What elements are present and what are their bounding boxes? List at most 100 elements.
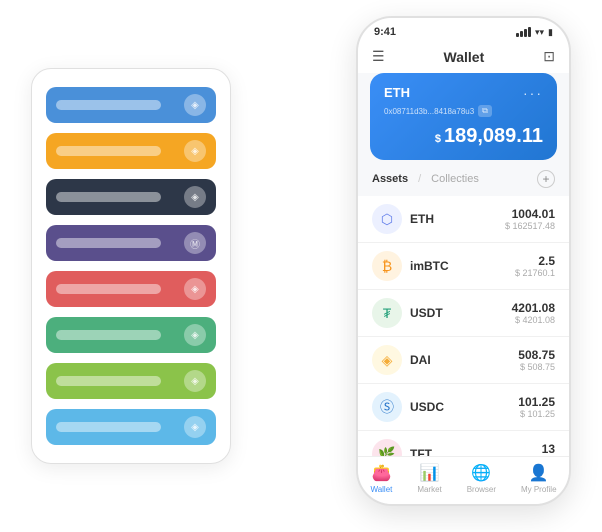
- nav-label-browser: Browser: [467, 485, 496, 494]
- tab-assets[interactable]: Assets: [372, 173, 408, 185]
- nav-item-wallet[interactable]: 👛 Wallet: [370, 463, 392, 494]
- asset-values-imbtc: 2.5$ 21760.1: [515, 254, 555, 278]
- nav-icon-market: 📊: [420, 463, 440, 483]
- left-card-4[interactable]: ◈: [46, 271, 216, 307]
- asset-icon-dai: ◈: [372, 345, 402, 375]
- wifi-icon: ▾▾: [535, 27, 544, 38]
- left-card-7[interactable]: ◈: [46, 409, 216, 445]
- tab-separator: /: [418, 173, 421, 185]
- scan-icon[interactable]: ⊡: [543, 48, 555, 65]
- asset-item[interactable]: Ⓢ USDC101.25$ 101.25: [358, 384, 569, 431]
- asset-usd-usdt: $ 4201.08: [512, 315, 555, 325]
- battery-icon: ▮: [548, 27, 553, 38]
- asset-usd-eth: $ 162517.48: [505, 221, 555, 231]
- asset-amount-imbtc: 2.5: [515, 254, 555, 268]
- asset-icon-eth: ⬡: [372, 204, 402, 234]
- asset-list: ⬡ ETH1004.01$ 162517.48 ₿ imBTC2.5$ 21760.1…: [358, 196, 569, 456]
- asset-item[interactable]: ₮ USDT4201.08$ 4201.08: [358, 290, 569, 337]
- asset-name-tft: TFT: [410, 447, 542, 456]
- status-bar: 9:41 ▾▾ ▮: [358, 18, 569, 42]
- asset-item[interactable]: ⬡ ETH1004.01$ 162517.48: [358, 196, 569, 243]
- asset-name-imbtc: imBTC: [410, 259, 515, 273]
- scene: ◈ ◈ ◈ Ⓜ ◈ ◈ ◈ ◈ 9:41 ▾▾ ▮ ☰ Wallet ⊡: [21, 16, 581, 516]
- asset-amount-tft: 13: [542, 442, 555, 456]
- left-card-icon: ◈: [184, 94, 206, 116]
- currency-symbol: $: [435, 133, 441, 145]
- nav-label-my-profile: My Profile: [521, 485, 557, 494]
- asset-icon-usdc: Ⓢ: [372, 392, 402, 422]
- asset-icon-usdt: ₮: [372, 298, 402, 328]
- asset-name-usdc: USDC: [410, 400, 518, 414]
- asset-values-usdc: 101.25$ 101.25: [518, 395, 555, 419]
- asset-item[interactable]: 🌿 TFT130: [358, 431, 569, 456]
- asset-amount-eth: 1004.01: [505, 207, 555, 221]
- left-card-bar: [56, 146, 161, 156]
- asset-amount-usdt: 4201.08: [512, 301, 555, 315]
- nav-icon-browser: 🌐: [471, 463, 491, 483]
- left-card-bar: [56, 422, 161, 432]
- eth-card[interactable]: ETH ··· 0x08711d3b...8418a78u3 ⧉ $189,08…: [370, 73, 557, 160]
- left-card-2[interactable]: ◈: [46, 179, 216, 215]
- left-card-5[interactable]: ◈: [46, 317, 216, 353]
- left-panel: ◈ ◈ ◈ Ⓜ ◈ ◈ ◈ ◈: [31, 68, 231, 464]
- tab-collecties[interactable]: Collecties: [431, 173, 479, 185]
- eth-card-address: 0x08711d3b...8418a78u3 ⧉: [384, 105, 543, 117]
- assets-header: Assets / Collecties +: [358, 170, 569, 196]
- left-card-icon: ◈: [184, 370, 206, 392]
- menu-icon[interactable]: ☰: [372, 48, 385, 65]
- phone-header: ☰ Wallet ⊡: [358, 42, 569, 73]
- left-card-1[interactable]: ◈: [46, 133, 216, 169]
- asset-name-usdt: USDT: [410, 306, 512, 320]
- nav-label-wallet: Wallet: [370, 485, 392, 494]
- asset-icon-imbtc: ₿: [372, 251, 402, 281]
- asset-values-eth: 1004.01$ 162517.48: [505, 207, 555, 231]
- eth-card-amount: $189,089.11: [384, 125, 543, 148]
- asset-usd-usdc: $ 101.25: [518, 409, 555, 419]
- nav-icon-my-profile: 👤: [529, 463, 549, 483]
- add-asset-button[interactable]: +: [537, 170, 555, 188]
- asset-name-dai: DAI: [410, 353, 518, 367]
- left-card-icon: Ⓜ: [184, 232, 206, 254]
- nav-item-browser[interactable]: 🌐 Browser: [467, 463, 496, 494]
- asset-icon-tft: 🌿: [372, 439, 402, 456]
- nav-label-market: Market: [417, 485, 441, 494]
- bottom-nav: 👛 Wallet 📊 Market 🌐 Browser 👤 My Profile: [358, 456, 569, 504]
- phone-mockup: 9:41 ▾▾ ▮ ☰ Wallet ⊡ ETH ···: [356, 16, 571, 506]
- asset-name-eth: ETH: [410, 212, 505, 226]
- left-card-icon: ◈: [184, 416, 206, 438]
- left-card-bar: [56, 330, 161, 340]
- eth-card-menu[interactable]: ···: [523, 85, 543, 101]
- status-icons: ▾▾ ▮: [516, 27, 553, 38]
- left-card-icon: ◈: [184, 324, 206, 346]
- asset-values-dai: 508.75$ 508.75: [518, 348, 555, 372]
- asset-values-tft: 130: [542, 442, 555, 456]
- asset-usd-imbtc: $ 21760.1: [515, 268, 555, 278]
- asset-item[interactable]: ◈ DAI508.75$ 508.75: [358, 337, 569, 384]
- eth-card-label: ETH: [384, 85, 410, 100]
- left-card-bar: [56, 284, 161, 294]
- asset-usd-dai: $ 508.75: [518, 362, 555, 372]
- asset-values-usdt: 4201.08$ 4201.08: [512, 301, 555, 325]
- assets-tabs: Assets / Collecties: [372, 173, 479, 185]
- status-time: 9:41: [374, 26, 396, 38]
- nav-icon-wallet: 👛: [371, 463, 391, 483]
- nav-item-market[interactable]: 📊 Market: [417, 463, 441, 494]
- asset-item[interactable]: ₿ imBTC2.5$ 21760.1: [358, 243, 569, 290]
- left-card-bar: [56, 192, 161, 202]
- left-card-0[interactable]: ◈: [46, 87, 216, 123]
- left-card-bar: [56, 376, 161, 386]
- header-title: Wallet: [444, 49, 485, 65]
- copy-address-icon[interactable]: ⧉: [478, 105, 492, 117]
- asset-amount-usdc: 101.25: [518, 395, 555, 409]
- eth-card-top: ETH ···: [384, 85, 543, 101]
- left-card-bar: [56, 100, 161, 110]
- left-card-icon: ◈: [184, 140, 206, 162]
- signal-icon: [516, 27, 531, 37]
- left-card-bar: [56, 238, 161, 248]
- asset-amount-dai: 508.75: [518, 348, 555, 362]
- left-card-icon: ◈: [184, 186, 206, 208]
- left-card-6[interactable]: ◈: [46, 363, 216, 399]
- nav-item-my-profile[interactable]: 👤 My Profile: [521, 463, 557, 494]
- left-card-icon: ◈: [184, 278, 206, 300]
- left-card-3[interactable]: Ⓜ: [46, 225, 216, 261]
